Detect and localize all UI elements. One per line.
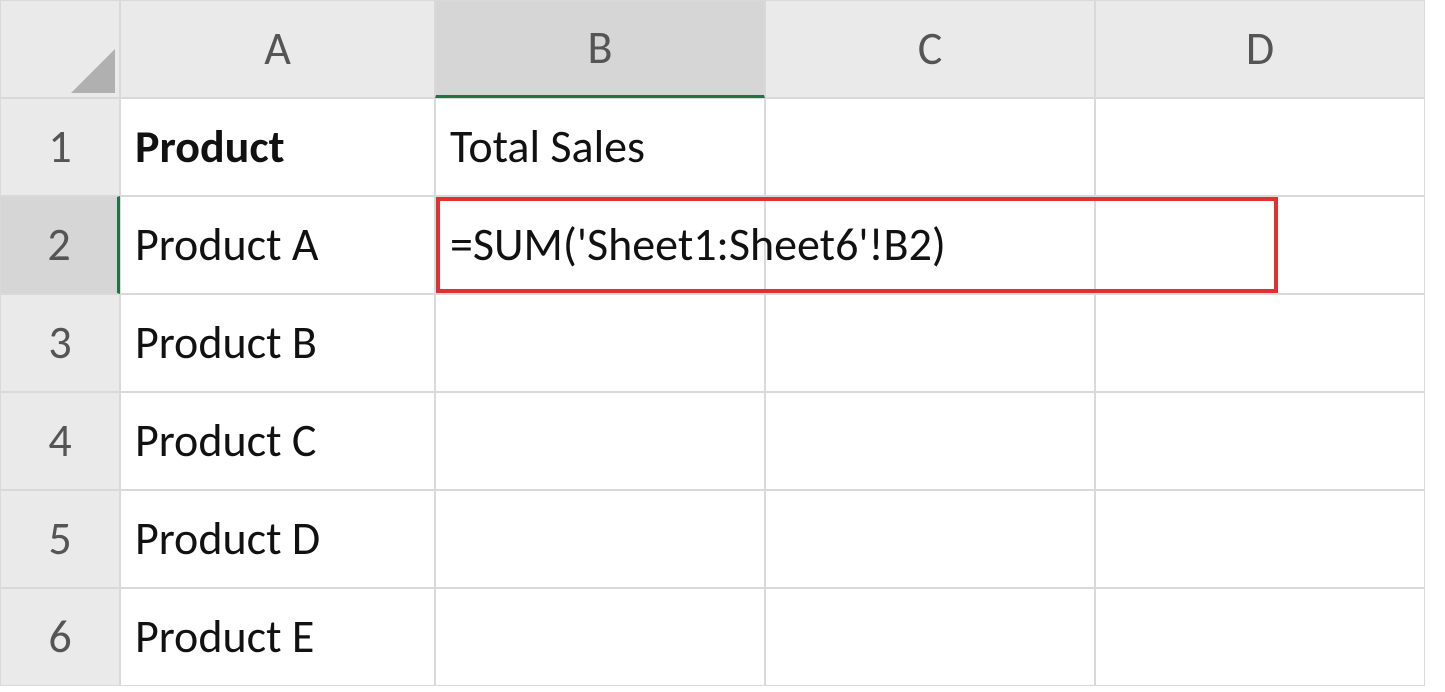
cell-B4[interactable] (435, 392, 765, 490)
cell-C6[interactable] (765, 588, 1095, 686)
cell-A1[interactable]: Product (120, 98, 435, 196)
spreadsheet-grid: A B C D 1 Product Total Sales 2 Product … (0, 0, 1445, 686)
cell-D3[interactable] (1095, 294, 1425, 392)
cell-D4[interactable] (1095, 392, 1425, 490)
row-header-6[interactable]: 6 (0, 588, 120, 686)
cell-B3[interactable] (435, 294, 765, 392)
cell-A6[interactable]: Product E (120, 588, 435, 686)
cell-B2[interactable]: =SUM('Sheet1:Sheet6'!B2) (435, 196, 765, 294)
cell-A2[interactable]: Product A (120, 196, 435, 294)
cell-A5[interactable]: Product D (120, 490, 435, 588)
col-header-D[interactable]: D (1095, 0, 1425, 98)
cell-C5[interactable] (765, 490, 1095, 588)
cell-D2[interactable] (1095, 196, 1425, 294)
col-header-B[interactable]: B (435, 0, 765, 98)
cell-D1[interactable] (1095, 98, 1425, 196)
cell-C3[interactable] (765, 294, 1095, 392)
row-header-1[interactable]: 1 (0, 98, 120, 196)
cell-B6[interactable] (435, 588, 765, 686)
cell-A3[interactable]: Product B (120, 294, 435, 392)
cell-D6[interactable] (1095, 588, 1425, 686)
row-header-5[interactable]: 5 (0, 490, 120, 588)
row-header-4[interactable]: 4 (0, 392, 120, 490)
col-header-C[interactable]: C (765, 0, 1095, 98)
row-header-2[interactable]: 2 (0, 196, 120, 294)
row-header-3[interactable]: 3 (0, 294, 120, 392)
cell-D5[interactable] (1095, 490, 1425, 588)
cell-A4[interactable]: Product C (120, 392, 435, 490)
col-header-A[interactable]: A (120, 0, 435, 98)
cell-B5[interactable] (435, 490, 765, 588)
cell-B2-formula: =SUM('Sheet1:Sheet6'!B2) (450, 220, 946, 271)
cell-C1[interactable] (765, 98, 1095, 196)
select-all-corner[interactable] (0, 0, 120, 98)
cell-C4[interactable] (765, 392, 1095, 490)
cell-B1[interactable]: Total Sales (435, 98, 765, 196)
